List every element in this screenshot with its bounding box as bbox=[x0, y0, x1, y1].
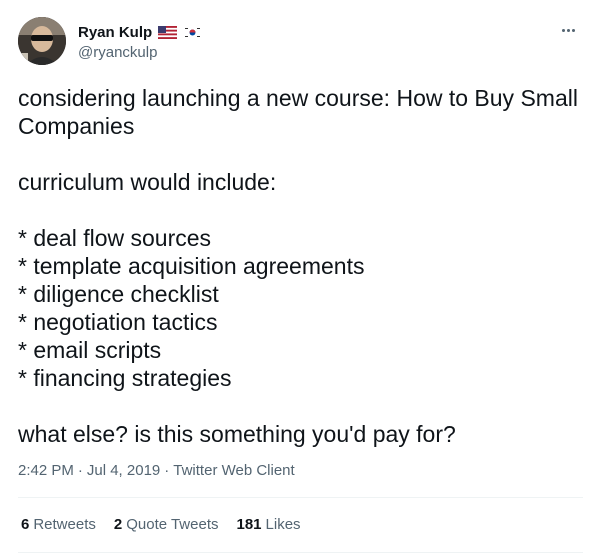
tweet-time[interactable]: 2:42 PM bbox=[18, 462, 74, 479]
tweet-line: * diligence checklist bbox=[18, 281, 219, 307]
more-options-icon[interactable] bbox=[557, 22, 579, 38]
line-break bbox=[18, 140, 583, 168]
tweet-line: what else? is this something you'd pay f… bbox=[18, 421, 456, 447]
likes-label: Likes bbox=[265, 516, 301, 533]
tweet-line: * deal flow sources bbox=[18, 225, 212, 251]
divider bbox=[18, 552, 583, 553]
tweet-metadata: 2:42 PM · Jul 4, 2019 · Twitter Web Clie… bbox=[18, 462, 295, 479]
us-flag-icon bbox=[158, 25, 178, 39]
tweet-line: * financing strategies bbox=[18, 365, 232, 391]
meta-separator: · bbox=[77, 462, 83, 479]
author-handle[interactable]: @ryanckulp bbox=[78, 44, 157, 61]
retweets-count: 6 bbox=[21, 516, 30, 533]
line-break bbox=[18, 196, 583, 224]
south-korea-flag-icon bbox=[183, 25, 203, 39]
tweet-line: * template acquisition agreements bbox=[18, 253, 365, 279]
tweet-line: considering launching a new course: How … bbox=[18, 85, 578, 139]
quote-tweets-stat[interactable]: 2 Quote Tweets bbox=[114, 516, 219, 533]
quote-tweets-count: 2 bbox=[113, 516, 123, 533]
author-name-row: Ryan Kulp bbox=[78, 22, 203, 42]
tweet-line: curriculum would include: bbox=[18, 169, 277, 195]
retweets-label: Retweets bbox=[33, 516, 96, 533]
tweet-client[interactable]: Twitter Web Client bbox=[173, 462, 294, 479]
author-name[interactable]: Ryan Kulp bbox=[78, 24, 152, 41]
retweets-stat[interactable]: 6 Retweets bbox=[21, 516, 96, 533]
tweet-stats: 6 Retweets 2 Quote Tweets 181 Likes bbox=[21, 516, 301, 533]
likes-count: 181 bbox=[236, 516, 262, 533]
divider bbox=[18, 497, 583, 498]
meta-separator: · bbox=[164, 462, 170, 479]
tweet-line: * negotiation tactics bbox=[18, 309, 218, 335]
avatar[interactable] bbox=[18, 17, 66, 65]
tweet-date[interactable]: Jul 4, 2019 bbox=[87, 462, 160, 479]
line-break bbox=[18, 392, 583, 420]
likes-stat[interactable]: 181 Likes bbox=[237, 516, 301, 533]
tweet-card: Ryan Kulp @ryanckulp considering launchi… bbox=[0, 0, 599, 556]
quote-tweets-label: Quote Tweets bbox=[126, 516, 219, 533]
tweet-line: * email scripts bbox=[18, 337, 162, 363]
tweet-text: considering launching a new course: How … bbox=[18, 84, 583, 448]
